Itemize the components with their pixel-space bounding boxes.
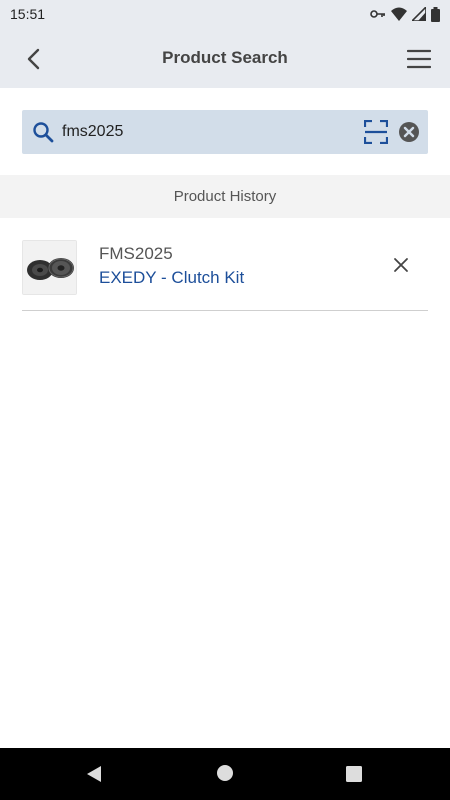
vpn-key-icon [370,10,385,18]
back-button[interactable] [18,44,48,74]
close-icon [394,258,408,272]
page-title: Product Search [162,48,288,67]
remove-history-button[interactable] [390,254,412,276]
back-triangle-icon[interactable] [85,765,103,783]
search-icon [33,122,54,143]
wifi-icon [391,7,407,21]
status-icons [370,6,440,22]
barcode-scan-icon[interactable] [364,120,388,144]
search-box [22,110,428,154]
home-circle-icon[interactable] [216,764,234,782]
clear-icon[interactable] [398,121,420,143]
app-header: Product Search [0,28,450,88]
menu-button[interactable] [404,44,434,74]
system-nav-bar [0,748,450,800]
history-header: Product History [0,175,450,218]
product-thumbnail [22,240,77,295]
search-section [0,88,450,175]
hamburger-menu-icon [407,49,431,69]
search-input[interactable] [62,118,362,146]
status-time: 15:51 [10,6,46,22]
battery-icon [431,6,440,22]
history-title: Product History [173,188,277,205]
product-code: FMS2025 [99,244,173,263]
chevron-left-icon [27,48,40,70]
status-bar: 15:51 [0,0,450,28]
recents-square-icon[interactable] [346,766,362,782]
product-name[interactable]: EXEDY - Clutch Kit [99,268,244,288]
clutch-kit-image [23,241,76,294]
list-item[interactable]: FMS2025 EXEDY - Clutch Kit [22,218,428,311]
signal-icon [412,7,426,21]
